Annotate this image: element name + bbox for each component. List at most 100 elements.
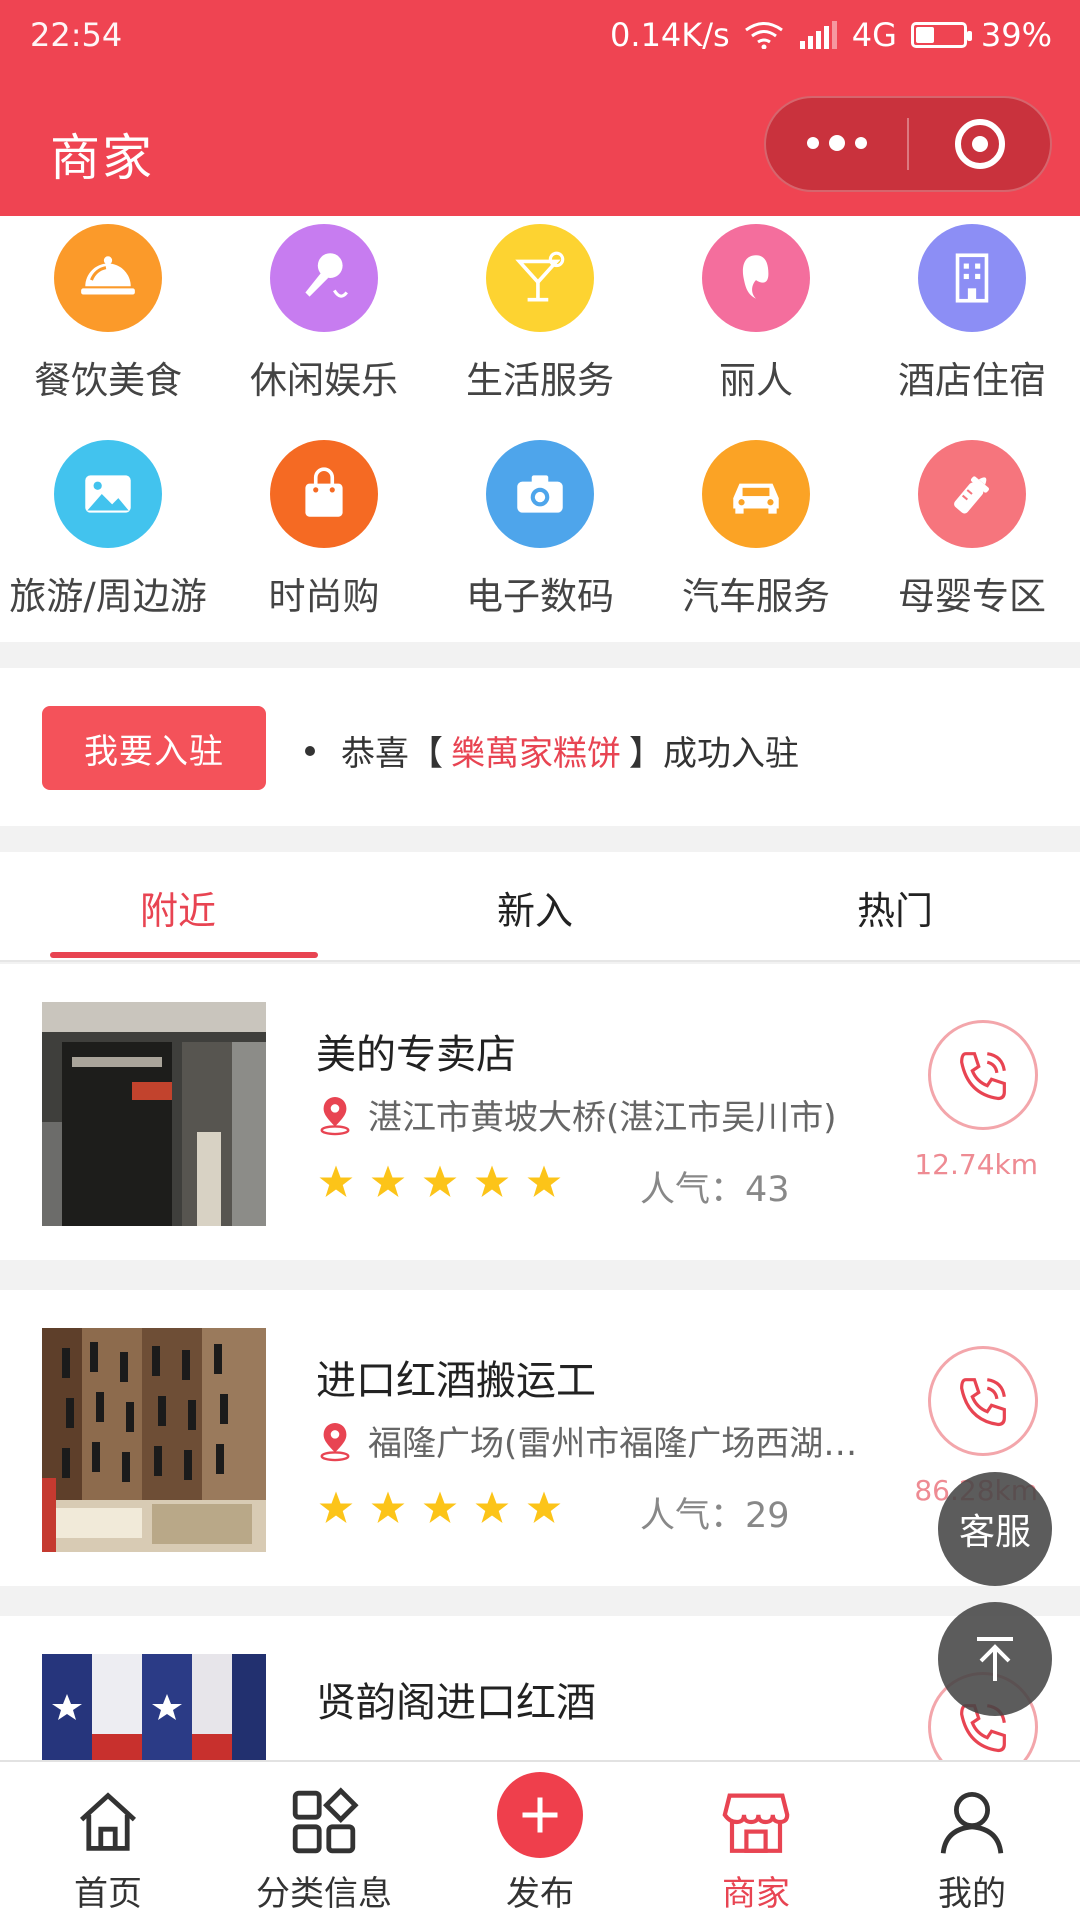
status-time: 22:54 xyxy=(30,16,123,54)
nav-label: 首页 xyxy=(74,1874,142,1914)
category-label: 丽人 xyxy=(719,359,793,402)
building-icon xyxy=(918,224,1026,332)
baby-bottle-icon xyxy=(918,440,1026,548)
more-dots-icon xyxy=(806,135,867,151)
store-card[interactable]: 进口红酒搬运工 福隆广场(雷州市福隆广场西湖… 人气：29 86.28km xyxy=(0,1290,1080,1586)
bottom-tab-bar: 首页 分类信息 发布 商家 我的 xyxy=(0,1760,1080,1920)
mini-program-capsule xyxy=(764,96,1052,192)
category-grid: 餐饮美食 休闲娱乐 生活服务 丽人 酒店住宿 旅游/周边游 时尚购 电子数码 汽… xyxy=(0,216,1080,642)
nav-label: 我的 xyxy=(938,1874,1006,1914)
category-label: 酒店住宿 xyxy=(898,359,1046,402)
category-item-beauty[interactable]: 丽人 xyxy=(648,224,864,404)
target-close-icon xyxy=(954,119,1005,169)
camera-icon xyxy=(486,440,594,548)
battery-percent: 39% xyxy=(980,16,1052,54)
call-button[interactable] xyxy=(928,1346,1038,1456)
store-address: 湛江市黄坡大桥(湛江市吴川市) xyxy=(316,1090,837,1139)
page-title: 商家 xyxy=(50,129,154,187)
nav-label: 商家 xyxy=(722,1874,790,1914)
notice-prefix: 恭喜【 xyxy=(341,734,443,774)
rating-stars xyxy=(318,1490,562,1526)
status-bar: 22:54 0.14K/s 4G 39% xyxy=(0,0,1080,72)
store-card[interactable]: 贤韵阁进口红酒 xyxy=(0,1616,1080,1782)
nav-home[interactable]: 首页 xyxy=(0,1762,216,1920)
network-type: 4G xyxy=(851,16,897,54)
store-name: 进口红酒搬运工 xyxy=(316,1358,596,1404)
store-thumbnail xyxy=(42,1002,266,1226)
location-pin-icon xyxy=(320,1096,350,1135)
star-icon xyxy=(319,1165,353,1197)
more-button[interactable] xyxy=(766,98,907,190)
category-label: 旅游/周边游 xyxy=(9,575,207,618)
back-to-top-button[interactable] xyxy=(938,1602,1052,1716)
notice-merchant-name[interactable]: 樂萬家糕饼 xyxy=(451,726,621,775)
tab-new[interactable]: 新入 xyxy=(497,880,573,935)
nav-merchant[interactable]: 商家 xyxy=(648,1762,864,1920)
nav-category-info[interactable]: 分类信息 xyxy=(216,1762,432,1920)
address-text: 福隆广场(雷州市福隆广场西湖… xyxy=(368,1424,858,1464)
network-speed: 0.14K/s xyxy=(610,16,730,54)
rating-stars xyxy=(318,1164,562,1200)
category-item-hotel[interactable]: 酒店住宿 xyxy=(864,224,1080,404)
close-button[interactable] xyxy=(909,98,1050,190)
nav-label: 发布 xyxy=(506,1874,574,1914)
tab-nearby[interactable]: 附近 xyxy=(140,880,216,935)
star-icon xyxy=(475,1165,509,1197)
category-item-entertainment[interactable]: 休闲娱乐 xyxy=(216,224,432,404)
nav-publish[interactable]: 发布 xyxy=(432,1762,648,1920)
signal-icon xyxy=(799,21,837,49)
category-label: 休闲娱乐 xyxy=(250,359,398,402)
merchant-page: 22:54 0.14K/s 4G 39% 商家 餐饮美食 休闲娱乐 生活服务 丽… xyxy=(0,0,1080,1920)
category-item-travel[interactable]: 旅游/周边游 xyxy=(0,440,216,620)
category-label: 电子数码 xyxy=(466,575,614,618)
star-icon xyxy=(423,1491,457,1523)
category-item-mother-baby[interactable]: 母婴专区 xyxy=(864,440,1080,620)
store-thumbnail xyxy=(42,1654,266,1764)
user-icon xyxy=(940,1792,1004,1854)
customer-service-button[interactable]: 客服 xyxy=(938,1472,1052,1586)
notice-suffix: 】成功入驻 xyxy=(629,734,799,774)
plus-icon xyxy=(497,1772,583,1858)
tab-indicator xyxy=(50,952,318,958)
nav-mine[interactable]: 我的 xyxy=(864,1762,1080,1920)
call-button[interactable] xyxy=(928,1020,1038,1130)
arrow-up-icon xyxy=(977,1637,1013,1681)
landscape-icon xyxy=(54,440,162,548)
cocktail-icon xyxy=(486,224,594,332)
category-item-food[interactable]: 餐饮美食 xyxy=(0,224,216,404)
star-icon xyxy=(319,1491,353,1523)
settle-banner: 我要入驻 恭喜【 樂萬家糕饼 】成功入驻 xyxy=(0,668,1080,826)
store-name: 贤韵阁进口红酒 xyxy=(316,1680,596,1726)
store-card[interactable]: 美的专卖店 湛江市黄坡大桥(湛江市吴川市) 人气：43 12.74km xyxy=(0,964,1080,1260)
store-name: 美的专卖店 xyxy=(316,1032,516,1078)
phone-icon xyxy=(960,1378,1006,1427)
category-item-car[interactable]: 汽车服务 xyxy=(648,440,864,620)
category-item-fashion[interactable]: 时尚购 xyxy=(216,440,432,620)
phone-icon xyxy=(960,1052,1006,1101)
tab-hot[interactable]: 热门 xyxy=(857,880,933,935)
location-pin-icon xyxy=(320,1422,350,1461)
popularity: 人气：29 xyxy=(640,1496,790,1536)
join-button[interactable]: 我要入驻 xyxy=(42,706,266,790)
star-icon xyxy=(527,1165,561,1197)
star-icon xyxy=(475,1491,509,1523)
category-label: 生活服务 xyxy=(466,359,614,402)
category-item-digital[interactable]: 电子数码 xyxy=(432,440,648,620)
address-text: 湛江市黄坡大桥(湛江市吴川市) xyxy=(368,1098,837,1138)
store-icon xyxy=(722,1793,790,1853)
woman-head-icon xyxy=(702,224,810,332)
settle-notice: 恭喜【 樂萬家糕饼 】成功入驻 xyxy=(305,726,799,775)
category-label: 母婴专区 xyxy=(898,575,1046,618)
category-label: 餐饮美食 xyxy=(34,359,182,402)
car-icon xyxy=(702,440,810,548)
category-item-life-service[interactable]: 生活服务 xyxy=(432,224,648,404)
food-cloche-icon xyxy=(54,224,162,332)
star-icon xyxy=(527,1491,561,1523)
microphone-icon xyxy=(270,224,378,332)
grid-icon xyxy=(292,1787,359,1854)
star-icon xyxy=(371,1491,405,1523)
distance: 12.74km xyxy=(914,1148,1038,1181)
shopping-bag-icon xyxy=(270,440,378,548)
nav-label: 分类信息 xyxy=(256,1874,392,1914)
star-icon xyxy=(371,1165,405,1197)
